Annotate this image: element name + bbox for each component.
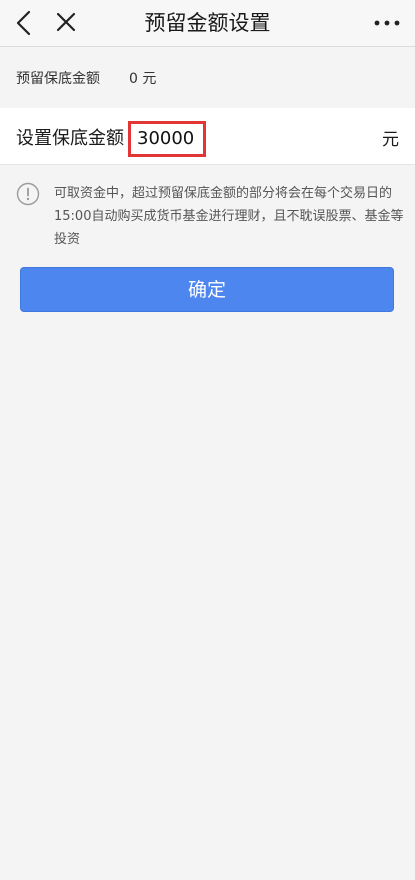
notice-text: 可取资金中，超过预留保底金额的部分将会在每个交易日的15:00自动购买成货币基金… — [54, 186, 404, 247]
more-dots-icon — [374, 20, 400, 26]
notice: 可取资金中，超过预留保底金额的部分将会在每个交易日的15:00自动购买成货币基金… — [0, 172, 415, 252]
amount-input[interactable] — [137, 126, 199, 150]
set-amount-label: 设置保底金额 — [16, 128, 124, 149]
reserved-amount-label: 预留保底金额 — [16, 71, 100, 87]
page-title: 预留金额设置 — [144, 11, 271, 35]
reserved-amount-row: 预留保底金额 0 元 — [0, 47, 415, 107]
amount-input-highlight — [128, 121, 206, 157]
amount-unit: 元 — [382, 130, 399, 150]
reserved-amount-value: 0 元 — [129, 71, 157, 87]
more-button[interactable] — [373, 12, 401, 34]
info-exclamation-icon — [16, 182, 40, 206]
navigation-bar: 预留金额设置 — [0, 0, 415, 47]
set-amount-row: 设置保底金额 元 — [0, 108, 415, 165]
confirm-button[interactable]: 确定 — [20, 267, 394, 312]
